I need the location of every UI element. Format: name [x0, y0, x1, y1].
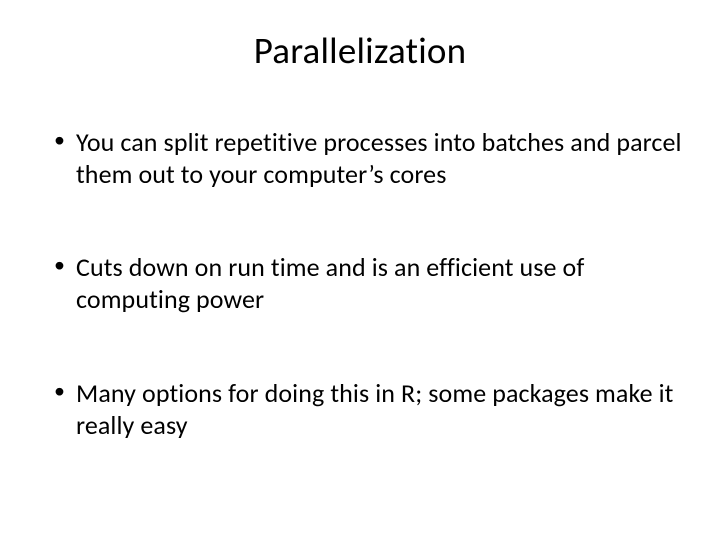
slide-title: Parallelization [30, 28, 690, 73]
list-item: Many options for doing this in R; some p… [54, 378, 690, 441]
bullet-list: You can split repetitive processes into … [30, 127, 690, 441]
list-item: You can split repetitive processes into … [54, 127, 690, 190]
list-item: Cuts down on run time and is an efficien… [54, 252, 690, 315]
